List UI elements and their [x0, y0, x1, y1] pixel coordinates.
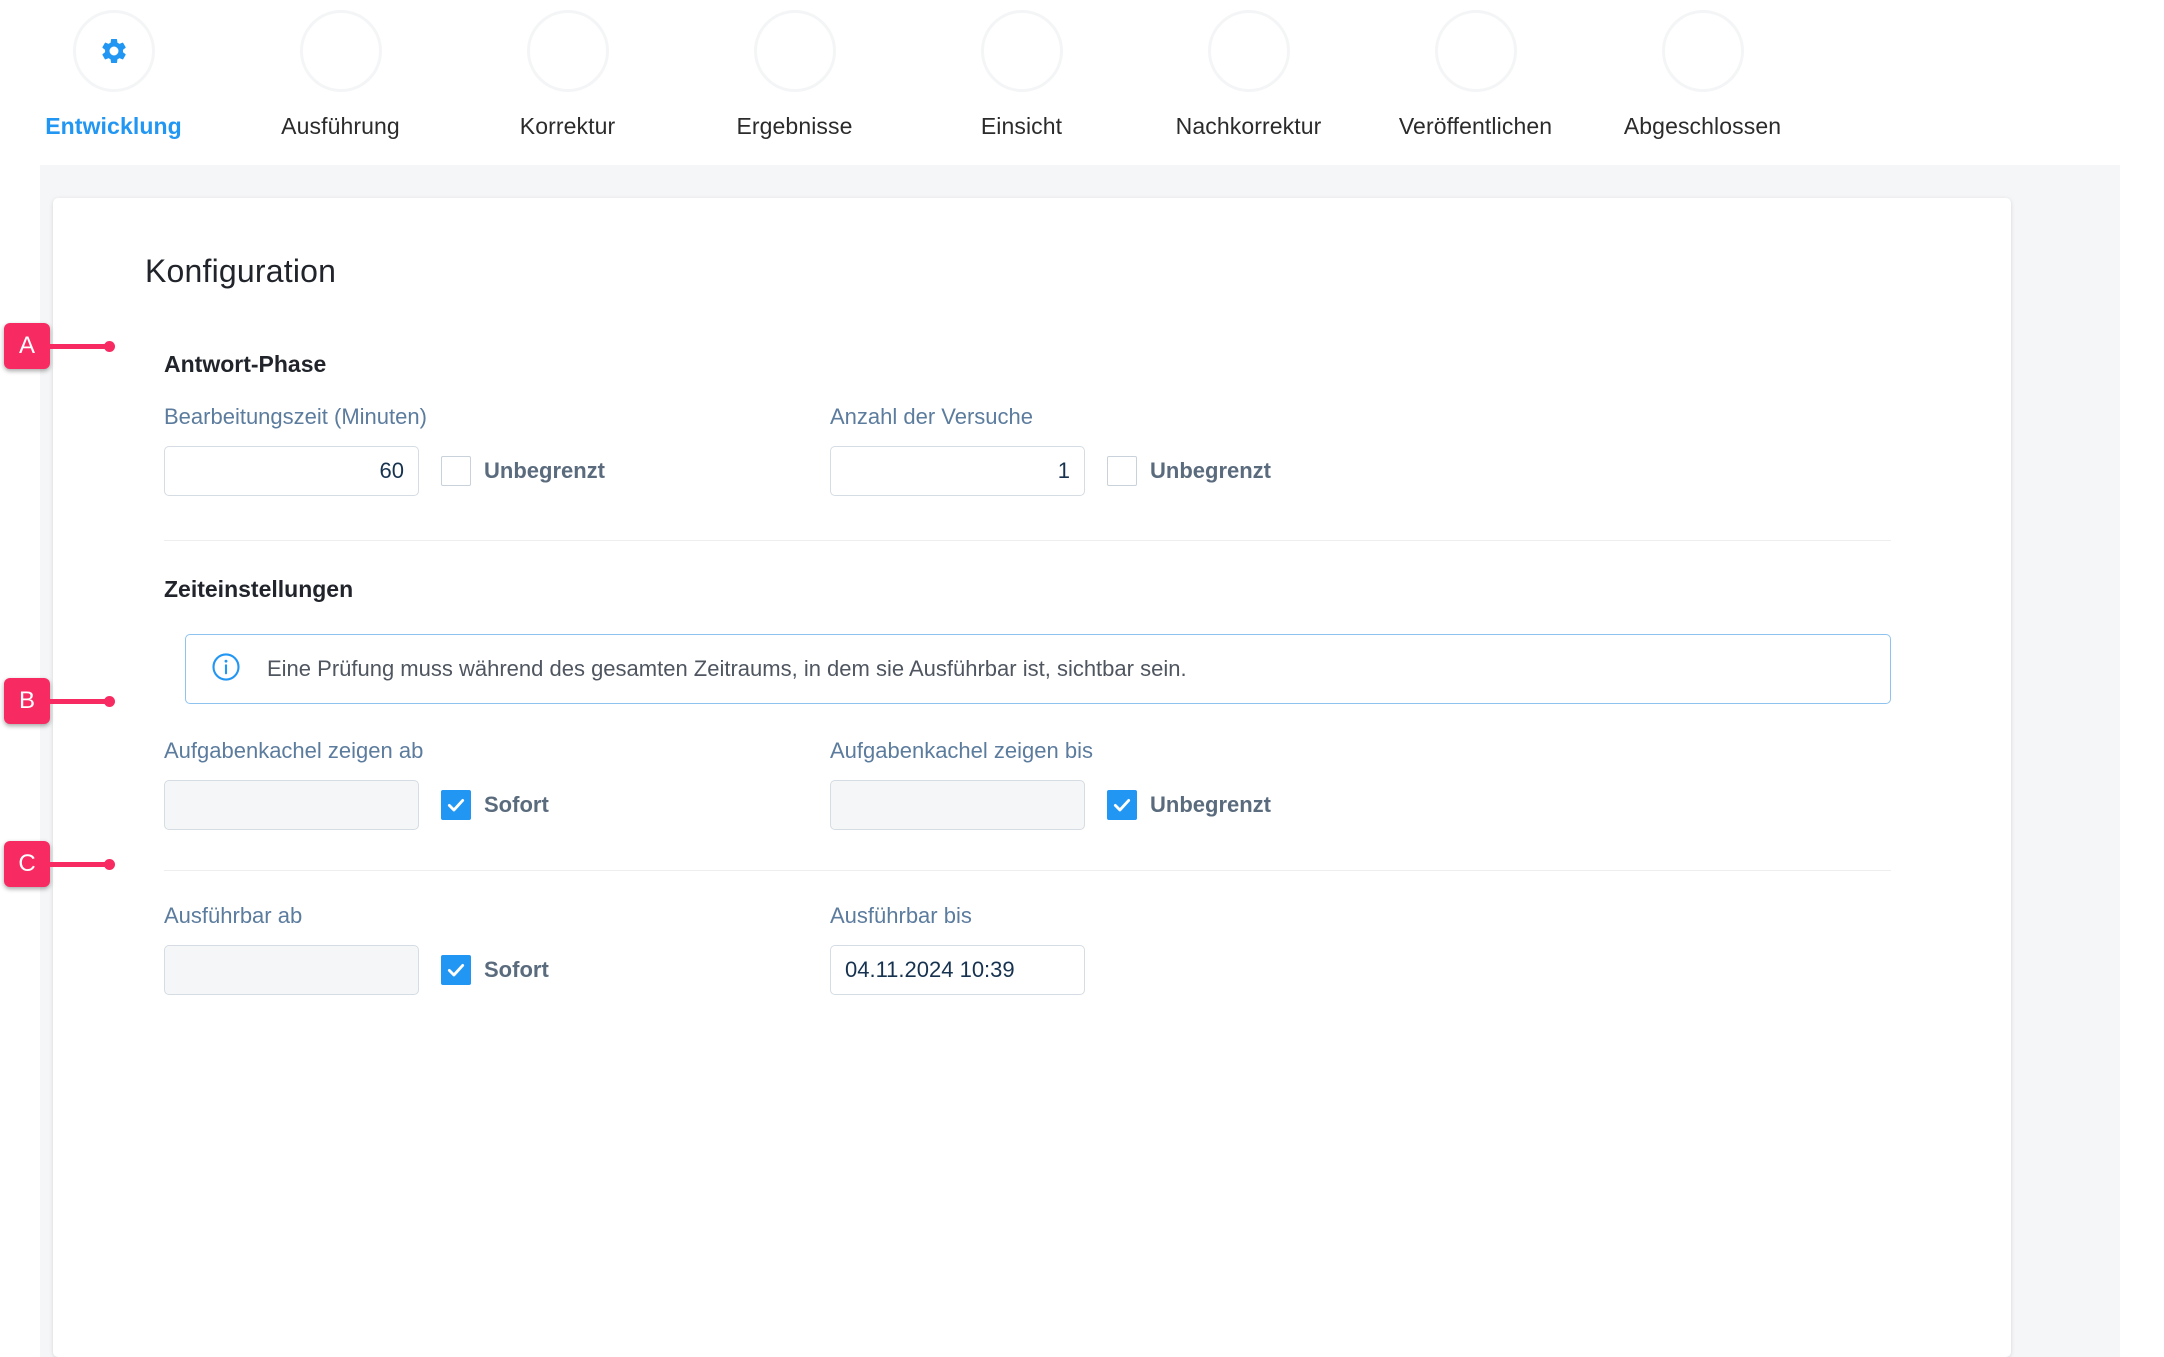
section-heading-antwort-phase: Antwort-Phase: [164, 351, 327, 377]
checkbox-label: Unbegrenzt: [484, 458, 605, 483]
checkbox-box: [1107, 790, 1137, 820]
checkbox-label: Sofort: [484, 957, 549, 982]
step-circle: [1661, 10, 1744, 92]
configuration-card: Konfiguration Antwort-Phase Bearbeitungs…: [53, 198, 2011, 1357]
executable-until-input[interactable]: [830, 945, 1085, 995]
annotation-leader-line: [50, 340, 115, 352]
checkbox-box: [1107, 456, 1137, 486]
step-label: Ausführung: [281, 113, 400, 139]
step-circle: [753, 10, 836, 92]
executable-until-field: Ausführbar bis: [830, 903, 1496, 995]
step-label: Entwicklung: [45, 113, 182, 139]
tile-from-sofort-checkbox[interactable]: Sofort: [441, 790, 549, 820]
processing-time-label: Bearbeitungszeit (Minuten): [164, 404, 427, 429]
step-circle: [72, 10, 155, 92]
section-divider-2: [164, 870, 1891, 871]
step-label: Ergebnisse: [736, 113, 853, 139]
phase-stepper: Entwicklung Ausführung Korrektur Ergebni…: [0, 0, 2164, 165]
checkbox-label: Sofort: [484, 792, 549, 817]
executable-from-field: Ausführbar ab Sofort: [164, 903, 830, 995]
step-circle: [980, 10, 1063, 92]
annotation-marker-c: C: [4, 841, 115, 887]
processing-time-input[interactable]: [164, 446, 419, 496]
step-label: Korrektur: [519, 113, 616, 139]
tile-until-input[interactable]: [830, 780, 1085, 830]
step-label: Abgeschlossen: [1623, 113, 1782, 139]
checkbox-box: [441, 955, 471, 985]
tile-until-field: Aufgabenkachel zeigen bis Unbegrenzt: [830, 738, 1496, 830]
section-divider: [164, 540, 1891, 541]
tile-until-unlimited-checkbox[interactable]: Unbegrenzt: [1107, 790, 1271, 820]
step-abgeschlossen[interactable]: Abgeschlossen: [1589, 10, 1816, 140]
attempts-label: Anzahl der Versuche: [830, 404, 1034, 429]
step-veroeffentlichen[interactable]: Veröffentlichen: [1362, 10, 1589, 140]
tile-from-label: Aufgabenkachel zeigen ab: [164, 738, 424, 763]
processing-time-unlimited-checkbox[interactable]: Unbegrenzt: [441, 456, 605, 486]
executable-until-label: Ausführbar bis: [830, 903, 972, 928]
annotation-marker-a: A: [4, 323, 115, 369]
step-label: Einsicht: [980, 113, 1063, 139]
attempts-unlimited-checkbox[interactable]: Unbegrenzt: [1107, 456, 1271, 486]
annotation-badge-b: B: [4, 678, 50, 724]
annotation-marker-b: B: [4, 678, 115, 724]
checkbox-box: [441, 456, 471, 486]
step-label: Nachkorrektur: [1175, 113, 1322, 139]
step-circle: [1207, 10, 1290, 92]
step-korrektur[interactable]: Korrektur: [454, 10, 681, 140]
step-ausfuehrung[interactable]: Ausführung: [227, 10, 454, 140]
step-einsicht[interactable]: Einsicht: [908, 10, 1135, 140]
info-banner-text: Eine Prüfung muss während des gesamten Z…: [267, 656, 1187, 681]
info-banner: Eine Prüfung muss während des gesamten Z…: [185, 634, 1891, 704]
tile-from-input[interactable]: [164, 780, 419, 830]
page-title: Konfiguration: [145, 253, 337, 289]
attempts-input[interactable]: [830, 446, 1085, 496]
tile-until-label: Aufgabenkachel zeigen bis: [830, 738, 1093, 763]
attempts-field: Anzahl der Versuche Unbegrenzt: [830, 404, 1496, 496]
checkbox-label: Unbegrenzt: [1150, 458, 1271, 483]
executable-from-sofort-checkbox[interactable]: Sofort: [441, 955, 549, 985]
step-nachkorrektur[interactable]: Nachkorrektur: [1135, 10, 1362, 140]
step-label: Veröffentlichen: [1398, 113, 1553, 139]
tile-from-field: Aufgabenkachel zeigen ab Sofort: [164, 738, 830, 830]
executable-from-input[interactable]: [164, 945, 419, 995]
executable-from-label: Ausführbar ab: [164, 903, 303, 928]
info-circle-icon: [211, 652, 241, 687]
checkbox-label: Unbegrenzt: [1150, 792, 1271, 817]
annotation-badge-c: C: [4, 841, 50, 887]
step-circle: [299, 10, 382, 92]
gear-icon: [99, 36, 129, 66]
annotation-leader-line: [50, 695, 115, 707]
step-ergebnisse[interactable]: Ergebnisse: [681, 10, 908, 140]
answer-phase-row: Bearbeitungszeit (Minuten) Unbegrenzt An…: [164, 404, 1951, 496]
step-circle: [1434, 10, 1517, 92]
checkbox-box: [441, 790, 471, 820]
annotation-badge-a: A: [4, 323, 50, 369]
section-heading-zeiteinstellungen: Zeiteinstellungen: [164, 576, 354, 602]
tile-visibility-row: Aufgabenkachel zeigen ab Sofort Aufgaben…: [164, 738, 1951, 830]
step-circle: [526, 10, 609, 92]
annotation-leader-line: [50, 858, 115, 870]
processing-time-field: Bearbeitungszeit (Minuten) Unbegrenzt: [164, 404, 830, 496]
executable-row: Ausführbar ab Sofort Ausführbar bis: [164, 903, 1951, 995]
step-entwicklung[interactable]: Entwicklung: [0, 10, 227, 140]
